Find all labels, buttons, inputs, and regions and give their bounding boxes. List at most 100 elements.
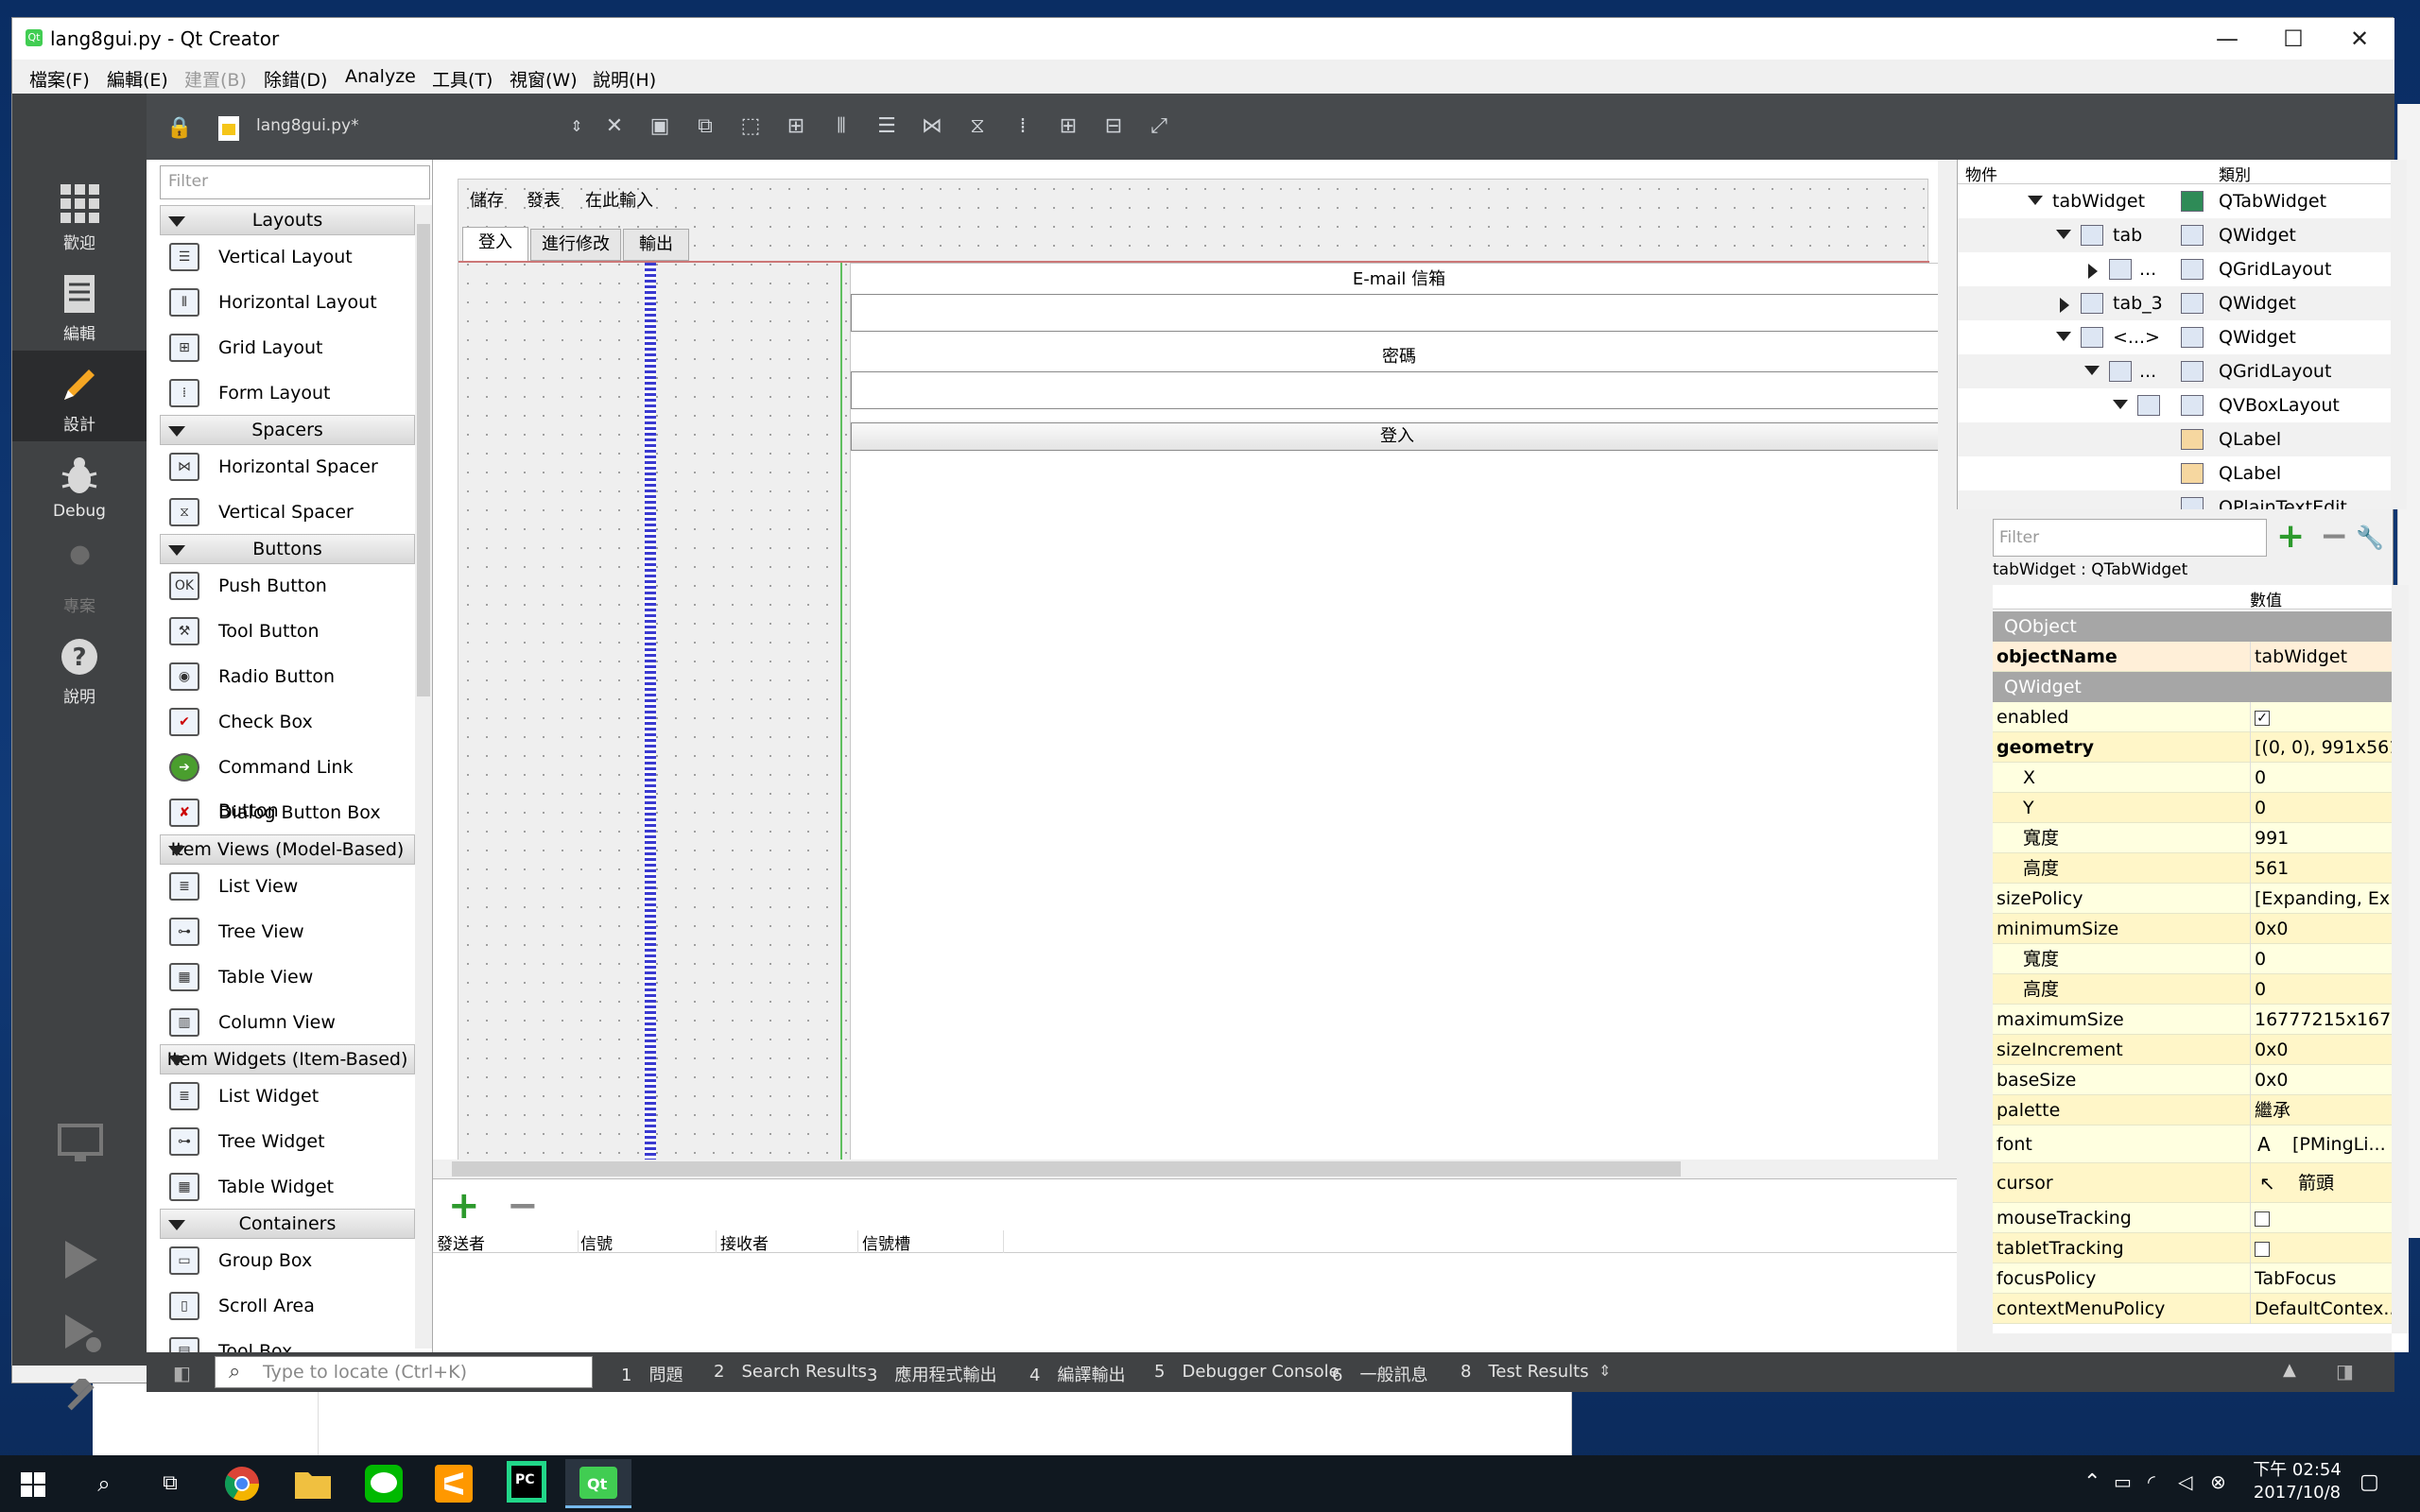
widget-vertical-spacer[interactable]: ⧖ Vertical Spacer bbox=[165, 490, 411, 534]
add-property-icon[interactable]: + bbox=[2276, 517, 2305, 556]
property-filter-input[interactable]: Filter bbox=[1993, 519, 2267, 557]
category-containers[interactable]: Containers bbox=[160, 1209, 415, 1239]
search-icon[interactable]: ⌕ bbox=[83, 1463, 125, 1504]
mousetracking-checkbox[interactable] bbox=[2255, 1211, 2270, 1227]
widget-horizontal-spacer[interactable]: ⋈ Horizontal Spacer bbox=[165, 445, 411, 489]
widget-push-button[interactable]: OK Push Button bbox=[165, 564, 411, 608]
group-qobject[interactable]: QObject bbox=[1993, 611, 2392, 642]
menu-edit[interactable]: 編輯(E) bbox=[107, 66, 168, 92]
menu-window[interactable]: 視窗(W) bbox=[510, 66, 578, 92]
prop-font[interactable]: font [PMingLi... A bbox=[1993, 1125, 2392, 1163]
minimize-button[interactable]: — bbox=[2194, 18, 2260, 60]
mode-projects[interactable]: 專案 bbox=[12, 532, 147, 623]
tree-item-tabwidget[interactable]: tabWidget QTabWidget bbox=[1958, 184, 2391, 218]
prop-tablettracking[interactable]: tabletTracking bbox=[1993, 1233, 2392, 1263]
prop-maximumsize[interactable]: maximumSize16777215x167... bbox=[1993, 1005, 2392, 1035]
maximize-pane-icon[interactable]: ▲ bbox=[2283, 1360, 2296, 1380]
prop-minimumsize-height[interactable]: 高度 0 bbox=[1993, 974, 2392, 1005]
tree-item-vboxlayout[interactable]: QVBoxLayout bbox=[1958, 388, 2391, 422]
remove-property-icon[interactable]: − bbox=[2320, 517, 2348, 556]
configure-wrench-icon[interactable]: 🔧 bbox=[2356, 524, 2384, 551]
prop-cursor[interactable]: cursor 箭頭 ↖ bbox=[1993, 1163, 2392, 1203]
build-hammer-icon[interactable] bbox=[61, 1379, 103, 1420]
column-sender[interactable]: 發送者 bbox=[437, 1230, 579, 1254]
prop-mousetracking[interactable]: mouseTracking bbox=[1993, 1203, 2392, 1233]
category-item-views[interactable]: Item Views (Model-Based) bbox=[160, 834, 415, 865]
password-field[interactable] bbox=[851, 371, 1944, 409]
widget-vertical-layout[interactable]: ☰ Vertical Layout bbox=[165, 235, 411, 279]
prop-geometry-y[interactable]: Y0 bbox=[1993, 793, 2392, 823]
tab-login[interactable]: 登入 bbox=[462, 227, 528, 261]
widget-table-view[interactable]: ▦ Table View bbox=[165, 955, 411, 999]
layout-grid-icon[interactable]: ⊞ bbox=[1054, 112, 1082, 141]
menu-analyze[interactable]: Analyze bbox=[345, 66, 416, 87]
widget-tree-widget[interactable]: ⊶ Tree Widget bbox=[165, 1120, 411, 1163]
widget-tool-button[interactable]: ⚒ Tool Button bbox=[165, 610, 411, 653]
task-view-icon[interactable]: ⧉ bbox=[149, 1463, 191, 1504]
category-spacers[interactable]: Spacers bbox=[160, 415, 415, 445]
battery-icon[interactable]: ▭ bbox=[2114, 1470, 2132, 1493]
tablettracking-checkbox[interactable] bbox=[2255, 1241, 2270, 1257]
form-menu-type-here[interactable]: 在此輸入 bbox=[585, 187, 653, 212]
widget-list-view[interactable]: ≣ List View bbox=[165, 865, 411, 908]
prop-geometry-height[interactable]: 高度 561 bbox=[1993, 853, 2392, 884]
windows-start-icon[interactable] bbox=[21, 1472, 45, 1497]
prop-focuspolicy[interactable]: focusPolicy TabFocus bbox=[1993, 1263, 2392, 1294]
prop-sizepolicy[interactable]: sizePolicy[Expanding, Ex... bbox=[1993, 884, 2392, 914]
widget-command-link-button[interactable]: ➔ Command Link Button bbox=[165, 746, 411, 821]
widget-horizontal-layout[interactable]: ⦀ Horizontal Layout bbox=[165, 281, 411, 324]
login-button[interactable]: 登入 bbox=[851, 422, 1944, 451]
qt-creator-taskbar-button[interactable]: Qt bbox=[565, 1459, 631, 1508]
menu-build[interactable]: 建置(B) bbox=[184, 66, 247, 92]
widget-radio-button[interactable]: ◉ Radio Button bbox=[165, 655, 411, 698]
prop-objectname[interactable]: objectName tabWidget bbox=[1993, 642, 2392, 672]
chevron-down-icon[interactable] bbox=[2056, 332, 2071, 341]
column-object[interactable]: 物件 bbox=[1965, 162, 1997, 185]
edit-signals-icon[interactable]: ⧉ bbox=[691, 112, 719, 141]
remove-connection-icon[interactable]: − bbox=[507, 1187, 539, 1225]
menu-help[interactable]: 說明(H) bbox=[593, 66, 656, 92]
form-menu-publish[interactable]: 發表 bbox=[527, 187, 561, 212]
form-window[interactable]: 儲存 發表 在此輸入 登入 進行修改 輸出 E-mail 信箱 密碼 登入 bbox=[458, 179, 1946, 1164]
toggle-right-sidebar-icon[interactable]: ◨ bbox=[2336, 1360, 2354, 1383]
group-qwidget[interactable]: QWidget bbox=[1993, 672, 2392, 702]
form-menu-save[interactable]: 儲存 bbox=[470, 187, 504, 212]
adjust-size-icon[interactable]: ⤢ bbox=[1145, 112, 1173, 141]
chevron-down-icon[interactable] bbox=[2056, 230, 2071, 239]
chevron-right-icon[interactable] bbox=[2088, 264, 2098, 279]
layout-horizontal-icon[interactable]: ⦀ bbox=[827, 112, 856, 141]
volume-icon[interactable]: ◁ bbox=[2178, 1470, 2192, 1493]
column-slot[interactable]: 信號槽 bbox=[862, 1230, 1004, 1254]
canvas-vertical-scrollbar[interactable] bbox=[1938, 160, 1957, 1160]
pane-compile-output[interactable]: 4 編譯輸出 bbox=[1029, 1362, 1125, 1386]
category-item-widgets[interactable]: Item Widgets (Item-Based) bbox=[160, 1044, 415, 1074]
pane-issues[interactable]: 1 問題 bbox=[621, 1362, 683, 1386]
mode-help[interactable]: ? 說明 bbox=[12, 623, 147, 713]
widget-tool-box[interactable]: ▤ Tool Box bbox=[165, 1330, 411, 1352]
splitter-horizontal-icon[interactable]: ⋈ bbox=[918, 112, 946, 141]
chevron-down-icon[interactable] bbox=[2028, 196, 2043, 205]
prop-contextmenupolicy[interactable]: contextMenuPolicy DefaultContex... bbox=[1993, 1294, 2392, 1324]
more-panes-icon[interactable]: ⇕ bbox=[1599, 1362, 1611, 1380]
no-network-icon[interactable]: ⊗ bbox=[2210, 1470, 2226, 1493]
file-explorer-icon[interactable] bbox=[293, 1467, 333, 1501]
object-inspector-scrollbar[interactable] bbox=[2391, 160, 2407, 509]
lock-icon[interactable]: 🔒 bbox=[165, 114, 194, 143]
tree-item-plaintextedit[interactable]: QPlainTextEdit bbox=[1958, 490, 2391, 509]
prop-geometry-x[interactable]: X0 bbox=[1993, 763, 2392, 793]
mode-debug[interactable]: Debug bbox=[12, 441, 147, 532]
layout-vertical-icon[interactable]: ☰ bbox=[873, 112, 901, 141]
widget-check-box[interactable]: ✔ Check Box bbox=[165, 700, 411, 744]
add-connection-icon[interactable]: + bbox=[448, 1187, 480, 1225]
prop-minimumsize-width[interactable]: 寬度 0 bbox=[1993, 944, 2392, 974]
edit-widgets-icon[interactable]: ▣ bbox=[646, 112, 674, 141]
tab-modify[interactable]: 進行修改 bbox=[530, 229, 621, 261]
notifications-icon[interactable]: ▢ bbox=[2360, 1470, 2379, 1494]
mode-edit[interactable]: 編輯 bbox=[12, 260, 147, 351]
widget-table-widget[interactable]: ▦ Table Widget bbox=[165, 1165, 411, 1209]
menu-debug[interactable]: 除錯(D) bbox=[264, 66, 327, 92]
prop-geometry[interactable]: geometry[(0, 0), 991x561] bbox=[1993, 732, 2392, 763]
chevron-down-icon[interactable] bbox=[2113, 400, 2128, 409]
prop-minimumsize[interactable]: minimumSize 0x0 bbox=[1993, 914, 2392, 944]
canvas-horizontal-scrollbar[interactable] bbox=[433, 1160, 1957, 1178]
